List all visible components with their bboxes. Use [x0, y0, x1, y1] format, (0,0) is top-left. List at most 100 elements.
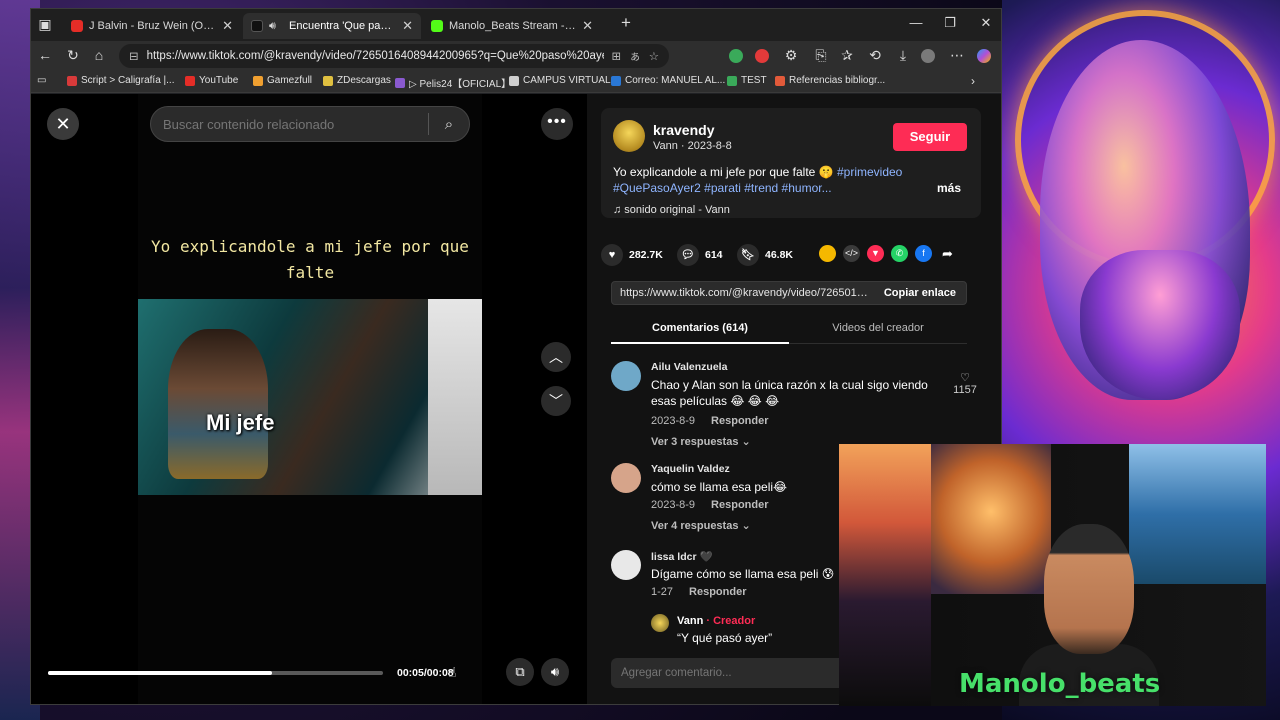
- poster-sunset-image: [839, 444, 931, 706]
- heart-icon: ♥: [601, 244, 623, 266]
- menu-icon[interactable]: ⋯: [947, 47, 967, 64]
- avatar[interactable]: [611, 463, 641, 493]
- tab-creator-videos[interactable]: Videos del creador: [789, 322, 967, 334]
- related-search-input[interactable]: [163, 116, 428, 132]
- shield-extension-icon[interactable]: [729, 49, 743, 63]
- reading-list-icon[interactable]: ▭: [37, 75, 46, 86]
- comment-stat[interactable]: 💬︎ 614: [677, 244, 723, 266]
- profile-avatar[interactable]: [921, 49, 935, 63]
- reload-icon[interactable]: ↻: [63, 47, 83, 64]
- avatar[interactable]: [613, 120, 645, 152]
- extension-red-icon[interactable]: [755, 49, 769, 63]
- collections-icon[interactable]: ⎘: [811, 47, 831, 64]
- video-time: 00:05/00:08: [397, 667, 454, 679]
- volume-icon[interactable]: 🔊︎: [541, 658, 569, 686]
- whatsapp-icon[interactable]: ✆: [891, 245, 908, 262]
- youtube-icon: [71, 20, 83, 32]
- like-stat[interactable]: ♥ 282.7K: [601, 244, 663, 266]
- bookmark-item[interactable]: ZDescargas: [323, 75, 391, 86]
- search-icon[interactable]: ⌕: [429, 116, 469, 133]
- history-icon[interactable]: ⟲: [865, 47, 885, 64]
- comment-like[interactable]: ♡ 1157: [951, 371, 979, 396]
- bookmark-favicon: [323, 75, 333, 86]
- tab-kick[interactable]: Manolo_Beats Stream - Watch Live ✕: [423, 13, 601, 39]
- comment-author[interactable]: Yaquelin Valdez: [651, 463, 730, 475]
- reply-button[interactable]: Responder: [711, 415, 768, 427]
- tab-comments[interactable]: Comentarios (614): [611, 322, 789, 334]
- site-info-icon[interactable]: ⊟: [129, 49, 139, 63]
- creator-reply-author[interactable]: Vann · Creador: [677, 615, 755, 627]
- video-progress-bar[interactable]: [48, 671, 383, 675]
- minimize-button[interactable]: —: [901, 15, 931, 30]
- close-video-button[interactable]: ✕: [47, 108, 79, 140]
- back-icon[interactable]: ←: [35, 47, 55, 63]
- bookmark-item[interactable]: TEST: [727, 75, 767, 86]
- next-video-button[interactable]: ﹀: [541, 386, 571, 416]
- extensions-icon[interactable]: ⚙: [781, 47, 801, 64]
- video-description: Yo explicandole a mi jefe por que falte …: [613, 165, 903, 195]
- close-window-button[interactable]: ✕: [971, 15, 1001, 31]
- hashtag-link[interactable]: #QuePasoAyer2 #parati #trend #humor...: [613, 181, 832, 195]
- home-icon[interactable]: ⌂: [89, 47, 109, 63]
- sidebar-toggle-icon[interactable]: ▣: [35, 16, 55, 33]
- favorite-star-icon[interactable]: ☆: [649, 49, 659, 63]
- comment-author[interactable]: lissa ldcr 🖤: [651, 550, 713, 563]
- address-bar[interactable]: ⊟ https://www.tiktok.com/@kravendy/video…: [119, 44, 669, 68]
- tab-title: Manolo_Beats Stream - Watch Live: [449, 20, 576, 32]
- url-text[interactable]: https://www.tiktok.com/@kravendy/video/7…: [147, 50, 604, 62]
- bookmark-item[interactable]: Referencias bibliogr...: [775, 75, 885, 86]
- avatar[interactable]: [611, 550, 641, 580]
- save-stat[interactable]: 🔖︎ 46.8K: [737, 244, 793, 266]
- downloads-icon[interactable]: ⤓: [893, 47, 913, 64]
- avatar[interactable]: [611, 361, 641, 391]
- comment-author[interactable]: Ailu Valenzuela: [651, 361, 727, 373]
- tab-tiktok[interactable]: 🔊︎ Encuentra 'Que paso ayer' en TikTok ✕: [243, 13, 421, 39]
- bookmark-item[interactable]: Gamezfull: [253, 75, 312, 86]
- view-replies-link[interactable]: Ver 3 respuestas ⌄: [651, 435, 751, 448]
- send-icon[interactable]: ▼: [867, 245, 884, 262]
- tab-youtube[interactable]: J Balvin - Bruz Wein (Official Video) ✕: [63, 13, 241, 39]
- new-tab-button[interactable]: +: [611, 13, 641, 33]
- panel-tabs: Comentarios (614) Videos del creador: [611, 316, 967, 344]
- more-description-link[interactable]: más: [937, 181, 961, 195]
- more-bookmarks-chevron-icon[interactable]: ›: [971, 74, 975, 88]
- reply-button[interactable]: Responder: [689, 586, 746, 598]
- favorites-icon[interactable]: ✰: [837, 47, 857, 64]
- maximize-button[interactable]: ❐: [935, 15, 965, 31]
- bookmark-item[interactable]: Script > Caligrafía |...: [67, 75, 174, 86]
- comment-meta: 2023-8-9 Responder: [651, 499, 769, 511]
- bookmark-item[interactable]: CAMPUS VIRTUAL: [509, 75, 611, 86]
- bookmark-item[interactable]: ▷ Pelis24【OFICIAL】: [395, 75, 511, 90]
- share-arrow-icon[interactable]: ➦: [939, 245, 956, 262]
- more-options-button[interactable]: •••: [541, 108, 573, 140]
- bookmark-item[interactable]: Correo: MANUEL AL...: [611, 75, 725, 86]
- tab-title: J Balvin - Bruz Wein (Official Video): [89, 20, 216, 32]
- facebook-icon[interactable]: f: [915, 245, 932, 262]
- avatar[interactable]: [651, 614, 669, 632]
- copilot-icon[interactable]: [977, 49, 991, 63]
- video-progress-fill: [48, 671, 273, 675]
- hashtag-link[interactable]: #primevideo: [837, 165, 902, 179]
- comment-icon: 💬︎: [677, 244, 699, 266]
- embed-icon[interactable]: </>: [843, 245, 860, 262]
- reply-button[interactable]: Responder: [711, 499, 768, 511]
- copy-link-button[interactable]: Copiar enlace: [874, 287, 966, 299]
- coin-share-icon[interactable]: [819, 245, 836, 262]
- bookmark-item[interactable]: YouTube: [185, 75, 238, 86]
- sound-link[interactable]: ♫ sonido original - Vann: [613, 204, 730, 216]
- author-username[interactable]: kravendy: [653, 122, 714, 138]
- view-replies-link[interactable]: Ver 4 respuestas ⌄: [651, 519, 751, 532]
- share-link-text[interactable]: https://www.tiktok.com/@kravendy/video/7…: [612, 287, 874, 299]
- read-aloud-icon[interactable]: ぁ: [629, 48, 641, 64]
- close-tab-icon[interactable]: ✕: [402, 18, 413, 34]
- streamer-name: Manolo_beats: [959, 669, 1161, 699]
- previous-video-button[interactable]: ︿: [541, 342, 571, 372]
- close-tab-icon[interactable]: ✕: [222, 18, 233, 34]
- picture-in-picture-icon[interactable]: ⧉: [506, 658, 534, 686]
- split-screen-icon[interactable]: ⊞: [612, 49, 622, 63]
- heart-outline-icon[interactable]: ♡: [951, 371, 979, 384]
- related-search-bar[interactable]: ⌕: [150, 106, 470, 142]
- follow-button[interactable]: Seguir: [893, 123, 967, 151]
- close-tab-icon[interactable]: ✕: [582, 18, 593, 34]
- mouse-cursor-icon: ☝: [448, 664, 457, 680]
